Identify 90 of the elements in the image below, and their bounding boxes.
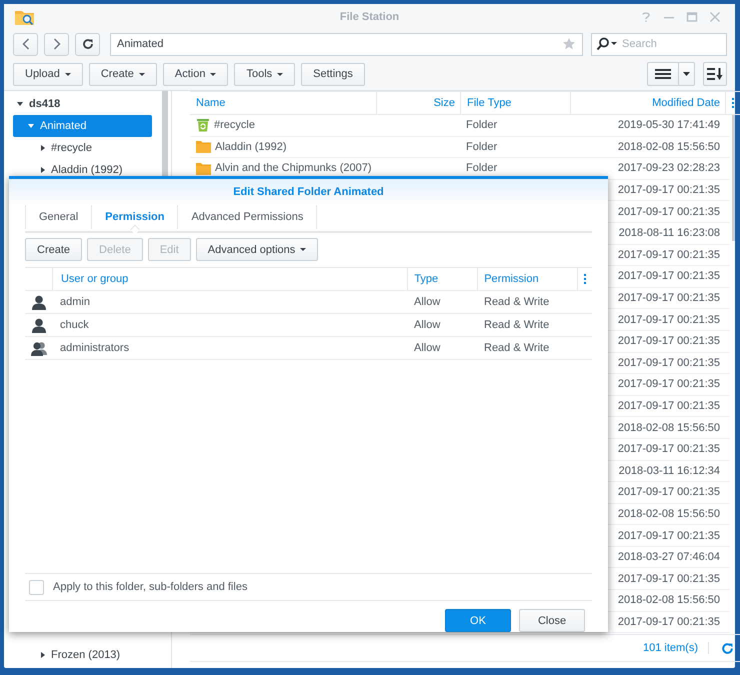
modified-date: 2018-02-08 15:56:50: [618, 140, 720, 153]
user-icon: [32, 294, 46, 310]
toolbar-button[interactable]: Create: [88, 62, 157, 86]
column-menu-icon[interactable]: [584, 274, 587, 284]
tab[interactable]: Advanced Permissions: [177, 205, 318, 229]
tree-item[interactable]: #recycle: [13, 137, 152, 159]
tab[interactable]: General: [25, 205, 92, 229]
toolbar-button[interactable]: Create: [25, 238, 82, 261]
modified-date: 2017-09-17 00:21:35: [618, 248, 720, 261]
modified-date: 2017-09-17 00:21:35: [618, 206, 720, 218]
refresh-icon[interactable]: [721, 642, 734, 654]
user-icon: [32, 318, 46, 332]
user-name: chuck: [60, 319, 89, 331]
refresh-icon: [82, 38, 94, 50]
modified-date: 2017-09-17 00:21:35: [618, 616, 720, 628]
permission-level: Read & Write: [484, 296, 550, 308]
modified-date: 2018-02-08 15:56:50: [618, 594, 720, 606]
modified-date: 2017-09-17 00:21:35: [618, 356, 720, 369]
modified-date: 2017-09-17 00:21:35: [618, 184, 720, 196]
view-menu-button[interactable]: [679, 62, 695, 86]
file-name: Alvin and the Chipmunks (2007): [215, 162, 372, 174]
column-header[interactable]: File Type: [460, 92, 570, 114]
list-view-button[interactable]: [647, 62, 679, 86]
user-name: admin: [60, 296, 90, 308]
chevron-right-icon: [52, 38, 60, 50]
path-field[interactable]: Animated: [110, 32, 583, 56]
modified-date: 2018-08-11 16:23:08: [618, 227, 720, 240]
back-button[interactable]: [13, 32, 38, 56]
modified-date: 2017-09-17 00:21:35: [618, 443, 720, 456]
sort-icon: [707, 67, 723, 81]
modified-date: 2017-09-17 00:21:35: [618, 270, 720, 282]
file-type: Folder: [466, 162, 498, 174]
column-header[interactable]: Size: [376, 92, 460, 114]
column-header[interactable]: User or group: [60, 273, 128, 285]
permission-type: Allow: [414, 319, 440, 331]
list-icon: [655, 68, 671, 80]
file-type: Folder: [466, 119, 498, 132]
folder-icon: [196, 140, 211, 154]
tree-item[interactable]: ds418: [13, 93, 152, 115]
modified-date: 2017-09-23 02:28:23: [618, 162, 720, 174]
modified-date: 2017-09-17 00:21:35: [618, 314, 720, 326]
star-icon[interactable]: [562, 37, 576, 51]
modified-date: 2017-09-17 00:21:35: [618, 400, 720, 412]
tree-item[interactable]: Frozen (2013): [13, 644, 152, 666]
tree-item[interactable]: Animated: [13, 115, 152, 137]
item-count: 101 item(s): [642, 642, 709, 654]
modified-date: 2017-09-17 00:21:35: [618, 530, 720, 542]
user-name: administrators: [60, 342, 130, 354]
toolbar-button[interactable]: Tools: [234, 62, 296, 86]
caret-icon: [683, 72, 690, 76]
modified-date: 2017-09-17 00:21:35: [618, 486, 720, 498]
folder-icon: [196, 162, 211, 175]
search-field[interactable]: Search: [591, 32, 727, 56]
toolbar-button[interactable]: Upload: [13, 62, 83, 86]
permission-level: Read & Write: [484, 319, 550, 331]
modified-date: 2019-05-30 17:41:49: [618, 119, 720, 132]
file-type: Folder: [466, 140, 498, 153]
toolbar-button[interactable]: Settings: [301, 62, 365, 86]
modified-date: 2017-09-17 00:21:35: [618, 335, 720, 348]
file-name: Aladdin (1992): [215, 140, 287, 153]
sort-button[interactable]: [703, 62, 727, 86]
file-name: #recycle: [214, 119, 255, 132]
modified-date: 2018-02-08 15:56:50: [618, 422, 720, 434]
modified-date: 2018-03-11 16:12:34: [618, 464, 720, 477]
modified-date: 2018-02-08 15:56:50: [618, 508, 720, 520]
refresh-button[interactable]: [75, 32, 100, 56]
column-header[interactable]: Permission: [484, 273, 539, 285]
recycle-bin-icon: [196, 118, 210, 132]
forward-button[interactable]: [44, 32, 69, 56]
permission-level: Read & Write: [484, 342, 550, 354]
column-header[interactable]: Type: [414, 273, 438, 285]
toolbar-button[interactable]: Advanced options: [196, 238, 318, 261]
modified-date: 2017-09-17 00:21:35: [618, 292, 720, 304]
checkbox-label: Apply to this folder, sub-folders and files: [53, 581, 248, 593]
chevron-left-icon: [22, 38, 30, 50]
permission-type: Allow: [414, 296, 440, 308]
modified-date: 2017-09-17 00:21:35: [618, 572, 720, 585]
group-icon: [30, 340, 46, 356]
permission-type: Allow: [414, 342, 440, 354]
search-icon[interactable]: [596, 36, 618, 50]
modified-date: 2017-09-17 00:21:35: [618, 378, 720, 390]
folder-search-icon: [14, 8, 36, 26]
toolbar-button[interactable]: Action: [162, 62, 228, 86]
window-title: File Station: [340, 11, 400, 23]
dialog-title: Edit Shared Folder Animated: [9, 179, 608, 205]
close-button[interactable]: Close: [519, 609, 585, 632]
checkbox[interactable]: [29, 580, 44, 594]
modified-date: 2018-03-27 07:46:04: [618, 551, 720, 564]
column-header[interactable]: Name: [190, 92, 376, 114]
column-header[interactable]: Modified Date: [570, 92, 725, 114]
